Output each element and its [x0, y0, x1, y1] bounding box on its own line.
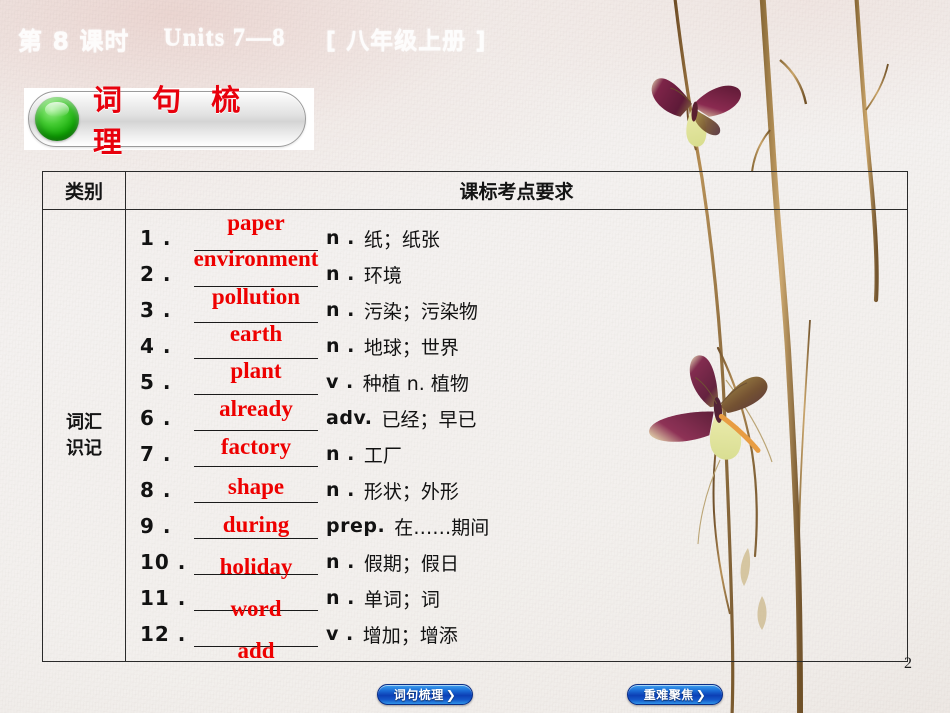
vocabulary-row: 9 . during prep. 在……期间	[126, 508, 907, 544]
vocabulary-index: 9 .	[140, 514, 172, 538]
vocabulary-blank: word	[194, 585, 318, 620]
vocabulary-part-of-speech: n .	[326, 227, 355, 249]
vocabulary-meaning: 污染；污染物	[363, 300, 478, 323]
vocabulary-answer: during	[222, 512, 290, 537]
vocabulary-blank: add	[194, 621, 318, 662]
vocabulary-row: 10 . holiday n . 假期；假日	[126, 544, 907, 580]
units-label: Units 7—8	[163, 24, 286, 51]
page-number: 2	[904, 655, 912, 672]
category-cell: 词汇 识记	[43, 210, 126, 662]
vocabulary-part-of-speech: n .	[326, 263, 355, 285]
vocabulary-row: 11 . word n . 单词；词	[126, 580, 907, 620]
vocabulary-index: 5 .	[140, 370, 172, 394]
vocabulary-index: 12 .	[140, 622, 187, 646]
slide-title: 第 8 课时 Units 7—8 [ 八年级上册 ]	[18, 18, 638, 58]
grade-label: [ 八年级上册 ]	[325, 28, 487, 54]
vocabulary-index: 7 .	[140, 442, 172, 466]
vocabulary-answer: add	[237, 638, 275, 663]
vocabulary-index: 11 .	[140, 586, 187, 610]
section-header-banner: 词 句 梳 理	[24, 83, 314, 159]
vocabulary-answer: earth	[229, 321, 283, 346]
nav-button-right-label: 重难聚焦	[643, 688, 694, 702]
vocabulary-meaning: 环境	[363, 264, 402, 287]
vocabulary-answer: paper	[227, 210, 285, 235]
vocabulary-blank: pollution	[194, 285, 318, 323]
category-label-line2: 识记	[66, 438, 102, 459]
nav-button-left-label: 词句梳理	[393, 688, 444, 702]
vocabulary-meaning: 单词；词	[363, 588, 440, 611]
vocabulary-blank: during	[194, 513, 318, 539]
vocabulary-answer: shape	[227, 474, 285, 499]
vocabulary-answer: holiday	[219, 554, 293, 579]
vocabulary-meaning: 形状；外形	[363, 480, 459, 503]
vocabulary-meaning: 增加；增添	[362, 624, 458, 647]
section-pill-body: 词 句 梳 理	[28, 83, 306, 159]
vocabulary-list: 1 . paper n . 纸；纸张 2 . environment n . 环境 3 . pol…	[126, 210, 907, 662]
vocabulary-row: 6 . already adv. 已经；早已	[126, 397, 907, 436]
vocabulary-part-of-speech: n .	[326, 299, 355, 321]
nav-button-word-review[interactable]: 词句梳理 ❯	[377, 684, 473, 705]
vocabulary-blank: plant	[194, 359, 318, 395]
vocabulary-index: 8 .	[140, 478, 172, 502]
vocabulary-answer: environment	[193, 246, 319, 271]
vocabulary-row: 5 . plant v . 种植 n. 植物	[126, 359, 907, 400]
slide-canvas: 第 8 课时 Units 7—8 [ 八年级上册 ] 词 句 梳 理 类别 课标…	[0, 0, 950, 713]
vocabulary-meaning: 假期；假日	[363, 552, 459, 575]
vocabulary-part-of-speech: prep.	[326, 515, 386, 537]
vocabulary-index: 1 .	[140, 226, 172, 250]
green-circle-icon	[35, 97, 79, 141]
vocabulary-index: 2 .	[140, 262, 172, 286]
vocabulary-part-of-speech: v .	[326, 623, 354, 645]
vocabulary-index: 4 .	[140, 334, 172, 358]
vocabulary-row: 7 . factory n . 工厂	[126, 435, 907, 472]
vocabulary-meaning: 纸；纸张	[363, 228, 440, 251]
vocabulary-part-of-speech: n .	[326, 587, 355, 609]
vocabulary-part-of-speech: n .	[326, 335, 355, 357]
vocabulary-meaning: 在……期间	[394, 516, 490, 539]
vocabulary-part-of-speech: v .	[326, 371, 354, 393]
vocabulary-table: 类别 课标考点要求 词汇 识记 1 . paper n . 纸；纸张 2 . enviro…	[42, 171, 908, 662]
column-header-requirement: 课标考点要求	[459, 181, 574, 203]
section-title: 词 句 梳 理	[93, 83, 251, 159]
vocabulary-blank: earth	[194, 322, 318, 359]
lesson-number-label: 第 8 课时	[18, 26, 130, 55]
chevron-right-icon: ❯	[445, 687, 457, 702]
table-header-row: 类别 课标考点要求	[43, 172, 907, 210]
vocabulary-part-of-speech: adv.	[326, 407, 373, 429]
vocabulary-part-of-speech: n .	[326, 551, 355, 573]
nav-button-key-points[interactable]: 重难聚焦 ❯	[627, 684, 723, 705]
column-header-category: 类别	[43, 172, 126, 209]
vocabulary-index: 3 .	[140, 298, 172, 322]
vocabulary-meaning: 地球；世界	[363, 336, 459, 359]
vocabulary-answer: factory	[220, 434, 292, 459]
vocabulary-meaning: 种植 n. 植物	[362, 372, 469, 395]
vocabulary-blank: holiday	[194, 549, 318, 579]
chevron-right-icon: ❯	[695, 687, 707, 702]
vocabulary-answer: pollution	[211, 284, 301, 309]
vocabulary-answer: plant	[230, 358, 282, 383]
vocabulary-blank: shape	[194, 474, 318, 503]
vocabulary-part-of-speech: n .	[326, 479, 355, 501]
vocabulary-meaning: 已经；早已	[381, 408, 477, 431]
vocabulary-index: 10 .	[140, 550, 187, 574]
vocabulary-part-of-speech: n .	[326, 443, 355, 465]
vocabulary-blank: already	[194, 397, 318, 431]
vocabulary-row: 8 . shape n . 形状；外形	[126, 472, 907, 508]
vocabulary-index: 6 .	[140, 406, 172, 430]
vocabulary-meaning: 工厂	[363, 444, 402, 467]
category-label-line1: 词汇	[66, 411, 102, 433]
table-body: 词汇 识记 1 . paper n . 纸；纸张 2 . environment n . 环境…	[43, 210, 907, 662]
vocabulary-row: 12 . add v . 增加；增添	[126, 616, 907, 662]
vocabulary-answer: already	[219, 396, 293, 421]
vocabulary-blank: factory	[194, 435, 318, 467]
